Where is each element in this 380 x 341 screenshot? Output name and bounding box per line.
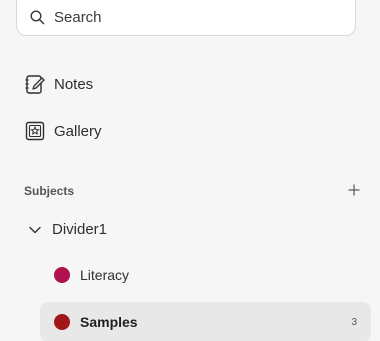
subject-item-samples[interactable]: Samples 3 xyxy=(40,302,371,341)
folder-divider1[interactable]: Divider1 xyxy=(28,221,107,238)
plus-icon xyxy=(348,184,360,196)
folder-label: Divider1 xyxy=(52,221,108,238)
subjects-section-header: Subjects xyxy=(24,182,364,202)
search-box[interactable] xyxy=(16,0,356,36)
sidebar-item-gallery[interactable]: Gallery xyxy=(24,120,102,142)
sidebar-item-notes[interactable]: Notes xyxy=(24,73,93,95)
add-subject-button[interactable] xyxy=(344,180,364,200)
search-input[interactable] xyxy=(54,9,334,26)
search-icon xyxy=(30,10,45,25)
note-count-badge: 3 xyxy=(351,316,357,328)
sidebar: Notes Gallery Subjects Divider1 Literacy… xyxy=(0,0,380,341)
subject-color-dot xyxy=(54,267,70,283)
chevron-down-icon[interactable] xyxy=(28,223,42,237)
sidebar-item-label: Gallery xyxy=(54,122,102,140)
section-title: Subjects xyxy=(24,184,75,198)
sidebar-item-label: Notes xyxy=(54,75,94,93)
subject-item-literacy[interactable]: Literacy xyxy=(40,255,371,295)
gallery-icon xyxy=(25,121,45,141)
notes-icon xyxy=(25,75,45,94)
subject-label: Literacy xyxy=(80,267,130,283)
subject-color-dot xyxy=(54,314,70,330)
subject-label: Samples xyxy=(80,314,138,330)
